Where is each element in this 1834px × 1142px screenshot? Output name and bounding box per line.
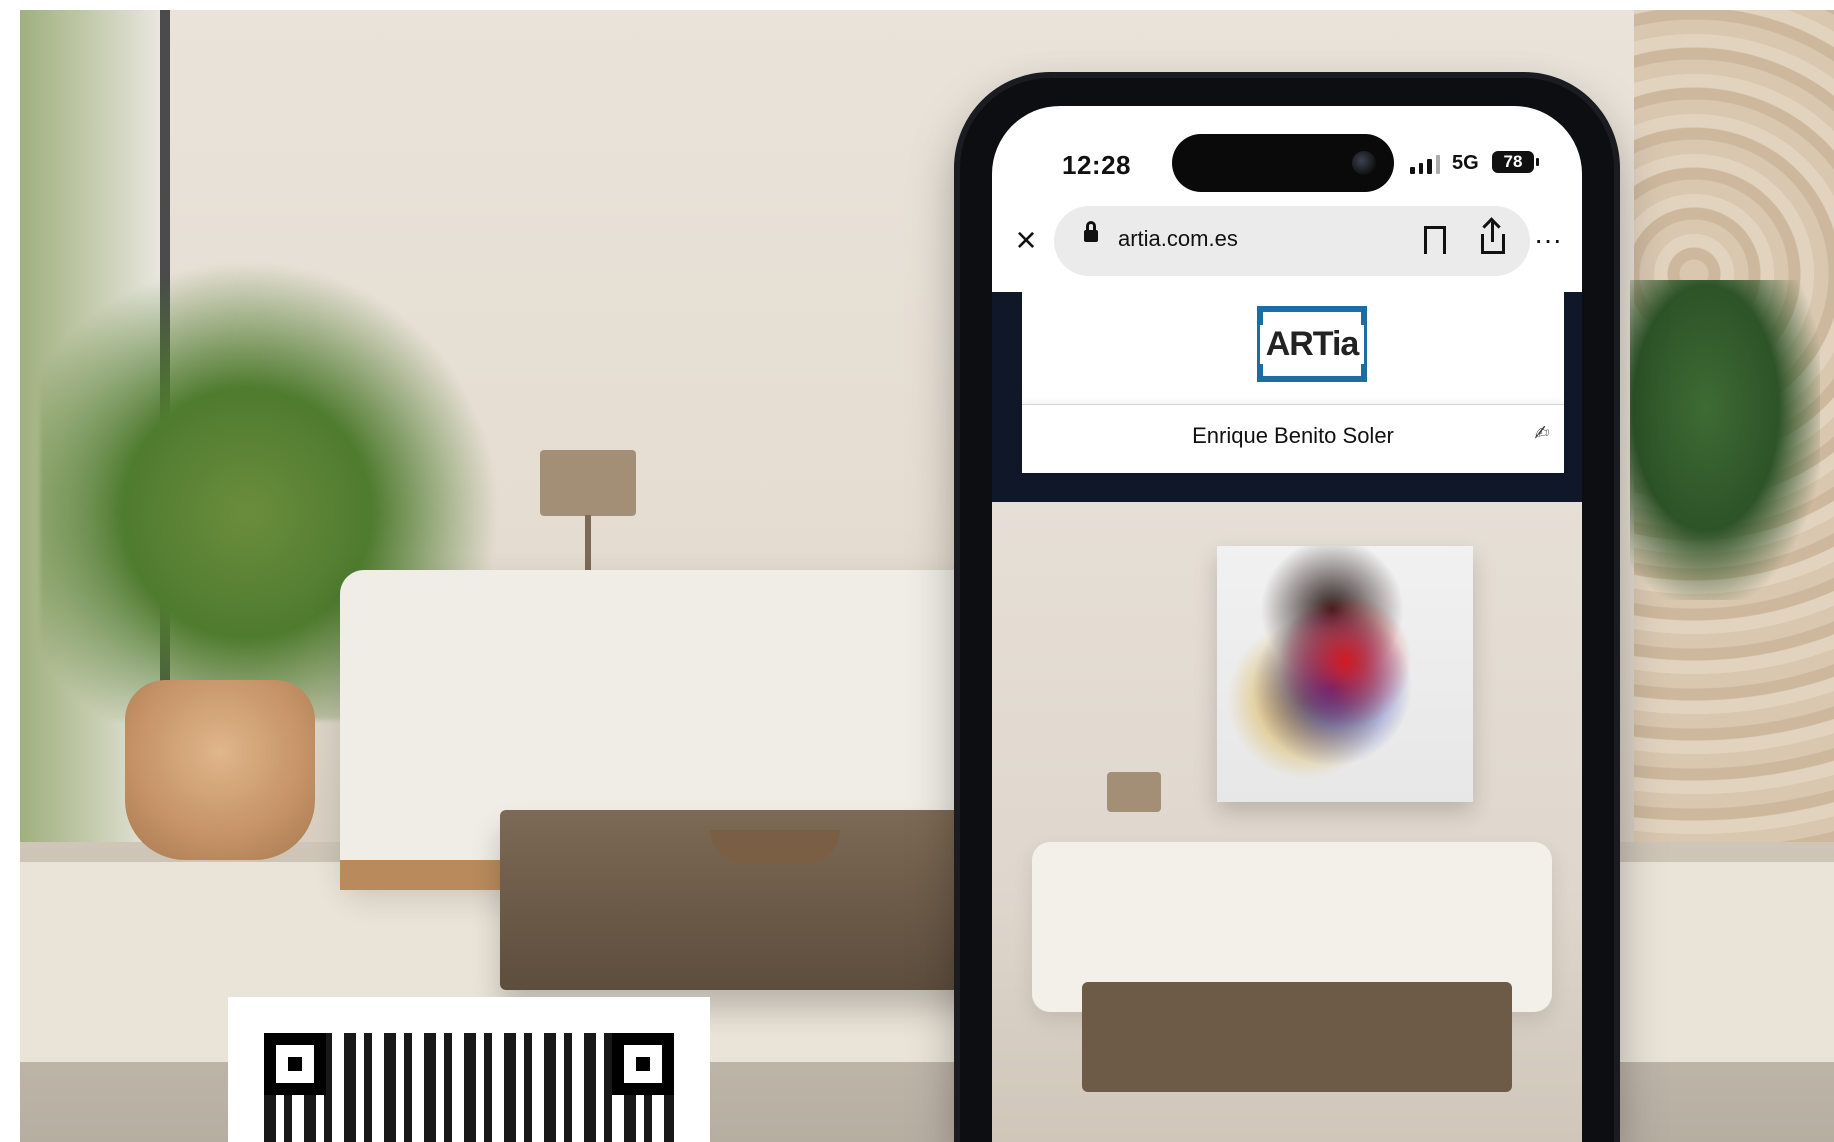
dynamic-island [1172,134,1394,192]
bookmark-icon[interactable] [1424,226,1446,264]
preview-lamp [1107,772,1161,812]
logo-text: ARTia [1259,324,1365,364]
address-bar[interactable]: artia.com.es [1054,206,1530,276]
status-time: 12:28 [1062,150,1131,180]
painting[interactable] [1217,546,1473,802]
lock-icon [1084,221,1098,242]
share-icon[interactable] [1479,222,1507,256]
more-button[interactable]: ··· [1522,214,1574,266]
browser-toolbar: × artia.com.es ··· [992,200,1582,280]
close-icon: × [1015,219,1037,260]
share-arrow [1491,222,1494,242]
web-page: ARTia Enrique Benito Soler ✍︎ [992,292,1582,1142]
artia-logo[interactable]: ARTia [1257,306,1367,382]
bowl [710,830,840,864]
lamp-shade [540,450,636,516]
right-plant [1630,280,1820,600]
signature-icon: ✍︎ [1531,421,1550,446]
qr-finder-left [264,1033,326,1095]
artist-name: Enrique Benito Soler [1192,423,1394,448]
status-bar: 12:28 5G 78 [992,106,1582,192]
network-label: 5G [1452,152,1479,174]
close-button[interactable]: × [1000,214,1052,266]
camera-icon [1352,151,1376,175]
smartphone: 12:28 5G 78 × artia.com.es ··· ARTia Enr… [960,78,1614,1142]
qr-card [228,997,710,1142]
room-preview [992,502,1582,1142]
more-icon: ··· [1534,224,1562,255]
plant-pot [125,680,315,860]
phone-screen: 12:28 5G 78 × artia.com.es ··· ARTia Enr… [992,106,1582,1142]
url-text: artia.com.es [1118,226,1238,251]
header-band: ARTia Enrique Benito Soler ✍︎ [992,292,1582,502]
artist-row[interactable]: Enrique Benito Soler ✍︎ [1022,404,1564,473]
qr-finder-right [612,1033,674,1095]
preview-table [1082,982,1512,1092]
signal-icon [1410,154,1440,174]
battery-icon: 78 [1492,151,1539,173]
